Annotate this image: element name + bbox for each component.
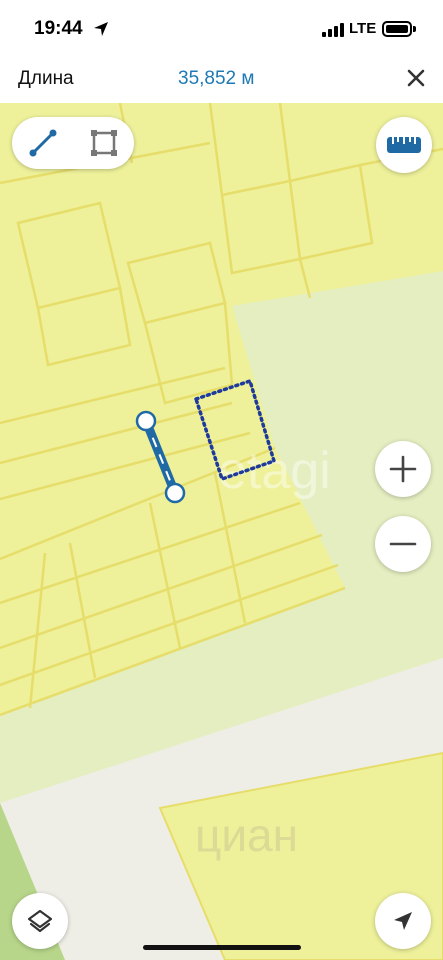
navigate-button[interactable] <box>375 893 431 949</box>
measure-point-start <box>135 410 157 432</box>
ruler-icon <box>387 137 421 153</box>
watermark-etagi: etagi <box>218 442 331 500</box>
home-indicator <box>143 945 301 950</box>
polygon-mode-button[interactable] <box>73 117 134 169</box>
close-icon <box>407 69 425 87</box>
plus-icon <box>389 455 417 483</box>
minus-icon <box>389 542 417 546</box>
status-bar: 19:44 LTE <box>0 0 443 58</box>
layers-button[interactable] <box>12 893 68 949</box>
zoom-out-button[interactable] <box>375 516 431 572</box>
layers-icon <box>27 909 53 933</box>
header-title: Длина <box>18 68 74 89</box>
watermark-cian: циан <box>195 809 298 861</box>
line-mode-button[interactable] <box>12 117 73 169</box>
status-time: 19:44 <box>34 18 83 39</box>
close-button[interactable] <box>402 64 430 92</box>
navigation-arrow-icon <box>394 912 412 930</box>
measure-mode-toggle <box>12 117 134 169</box>
battery-icon <box>382 21 412 37</box>
zoom-in-button[interactable] <box>375 441 431 497</box>
measure-polygon-icon <box>90 130 117 156</box>
measure-point-end <box>164 482 186 504</box>
network-label: LTE <box>349 20 377 37</box>
map-view[interactable]: etagi циан <box>0 103 443 960</box>
measure-header: Длина 35,852 м <box>0 58 443 103</box>
ruler-button[interactable] <box>376 117 432 173</box>
measure-line-icon <box>29 129 56 157</box>
measurement-value: 35,852 м <box>178 68 255 89</box>
location-arrow-icon <box>94 22 108 36</box>
cellular-signal-icon <box>322 23 344 37</box>
battery-cap <box>413 26 416 32</box>
